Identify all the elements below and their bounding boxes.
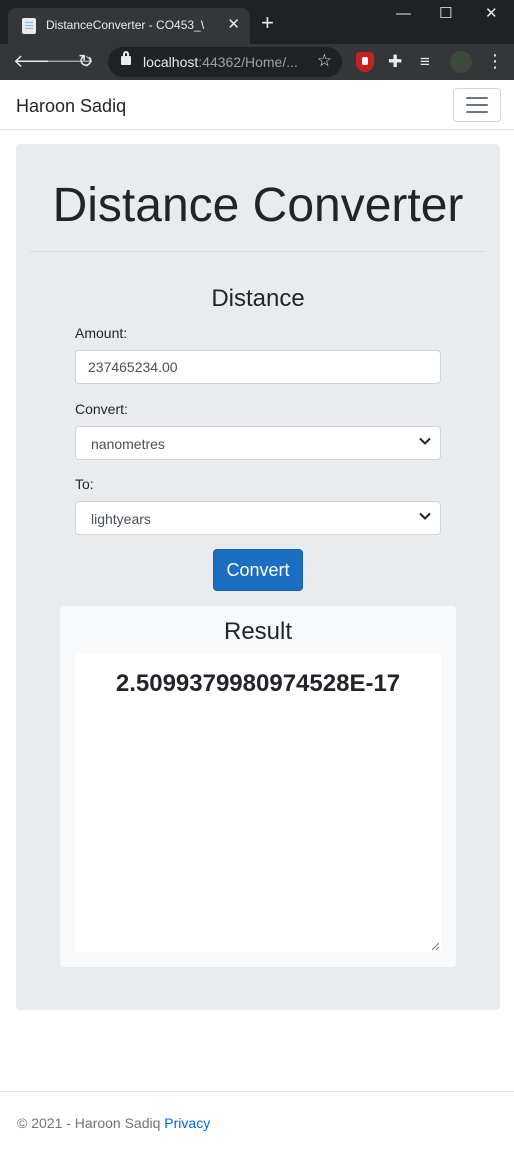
page-favicon-icon (22, 18, 36, 34)
chevron-down-icon (419, 512, 431, 520)
close-window-button[interactable]: ✕ (485, 5, 498, 23)
profile-avatar[interactable] (450, 51, 472, 73)
navbar-toggler-button[interactable] (453, 88, 501, 122)
convert-from-label: Convert: (75, 401, 128, 417)
amount-label: Amount: (75, 325, 128, 341)
media-icon[interactable]: ≡ (420, 51, 430, 73)
star-icon[interactable]: ☆ (317, 51, 332, 71)
minimize-button[interactable]: — (396, 5, 411, 23)
new-tab-button[interactable]: + (261, 12, 274, 34)
convert-from-select[interactable]: nanometres (75, 426, 441, 460)
privacy-link[interactable]: Privacy (164, 1115, 210, 1131)
address-bar[interactable]: localhost:44362/Home/... ☆ (108, 47, 342, 77)
resize-handle-icon[interactable] (431, 942, 439, 950)
section-title: Distance (211, 285, 305, 312)
converter-panel: Distance Converter Distance Amount: Conv… (16, 144, 500, 1010)
amount-input[interactable] (75, 350, 441, 384)
browser-tab-strip: DistanceConverter - CO453_Web ✕ + — ☐ ✕ (0, 0, 514, 44)
puzzle-icon[interactable]: ✚ (388, 51, 402, 73)
hamburger-icon (466, 97, 488, 99)
divider (30, 251, 486, 252)
page-title: Distance Converter (52, 179, 464, 232)
convert-to-value: lightyears (91, 511, 151, 527)
tab-title: DistanceConverter - CO453_Web (46, 18, 204, 32)
convert-from-value: nanometres (91, 436, 165, 452)
url-text: localhost:44362/Home/... (143, 54, 298, 70)
kebab-menu-icon[interactable]: ⋮ (486, 50, 504, 72)
footer-text: © 2021 - Haroon Sadiq Privacy (17, 1115, 211, 1131)
footer: © 2021 - Haroon Sadiq Privacy (0, 1091, 514, 1152)
convert-to-select[interactable]: lightyears (75, 501, 441, 535)
lock-icon[interactable] (121, 51, 131, 65)
result-card: Result 2.5099379980974528E-17 (60, 606, 456, 967)
result-title: Result (223, 618, 293, 645)
convert-button[interactable]: Convert (213, 549, 303, 591)
browser-toolbar: 🡐 🡒 ↻ localhost:44362/Home/... ☆ ✚ ≡ ⋮ (0, 44, 514, 80)
reload-icon[interactable]: ↻ (78, 50, 93, 72)
maximize-button[interactable]: ☐ (439, 5, 452, 23)
tab-close-icon[interactable]: ✕ (227, 16, 240, 34)
result-textarea[interactable]: 2.5099379980974528E-17 (75, 654, 441, 952)
site-navbar: Haroon Sadiq (0, 80, 514, 130)
ublock-icon[interactable] (356, 52, 374, 72)
result-value: 2.5099379980974528E-17 (115, 670, 401, 697)
convert-to-label: To: (75, 476, 94, 492)
browser-tab[interactable]: DistanceConverter - CO453_Web ✕ (8, 8, 250, 44)
chevron-down-icon (419, 437, 431, 445)
navbar-brand[interactable]: Haroon Sadiq (16, 96, 126, 117)
